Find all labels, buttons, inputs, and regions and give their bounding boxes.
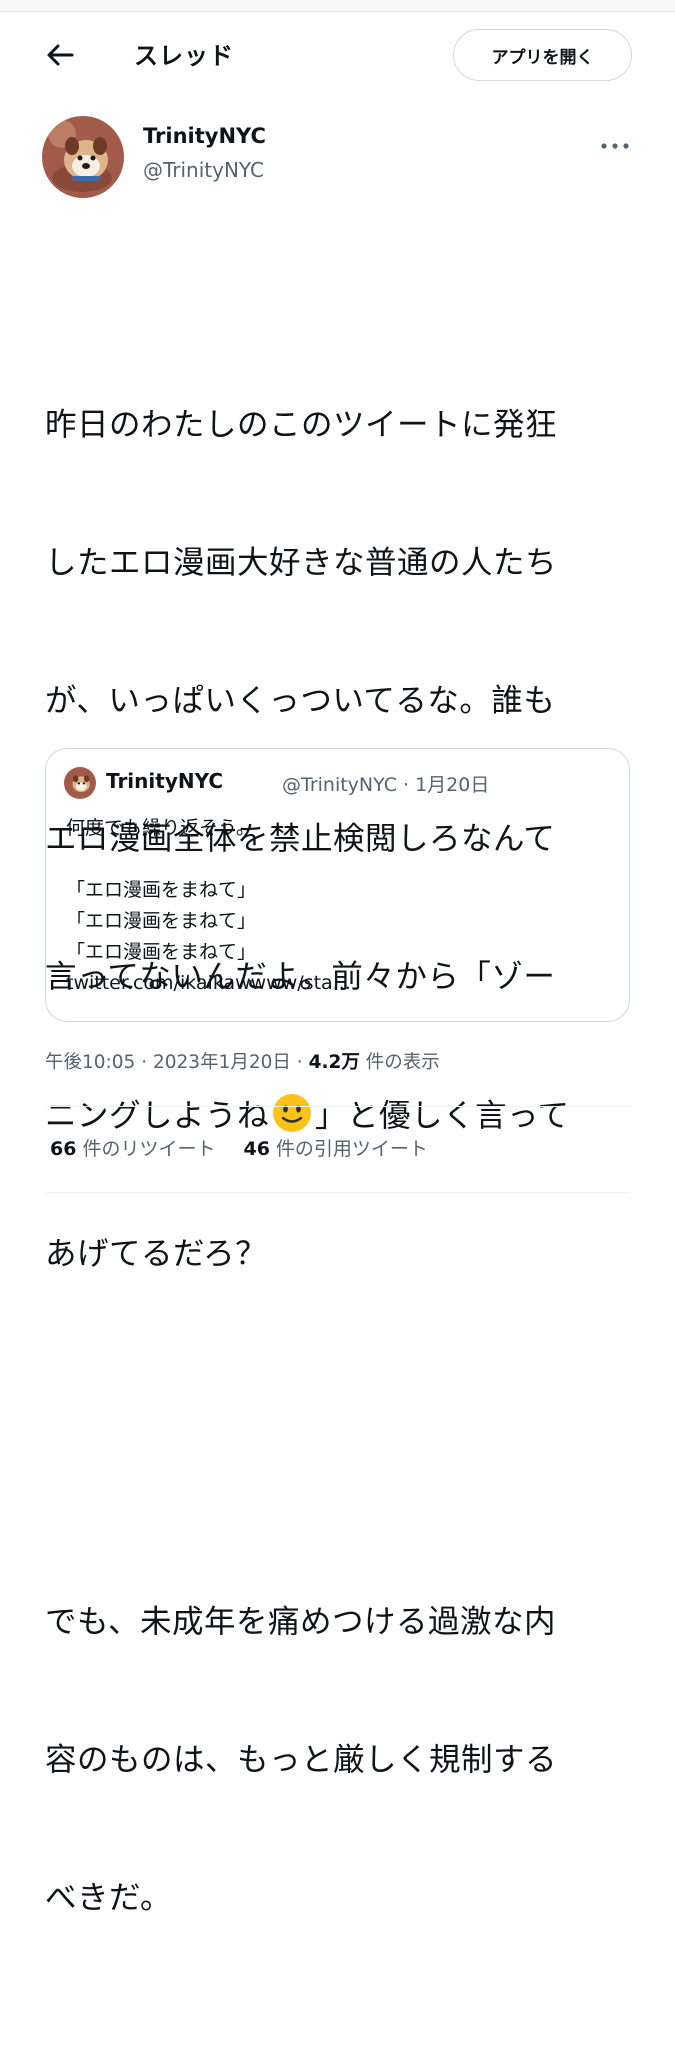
views-count: 4.2万 [308,1052,360,1073]
divider [45,1192,630,1193]
quoted-author-avatar [64,767,96,799]
tweet-line: 昨日のわたしのこのツイートに発狂 [45,407,558,443]
quoted-line: 何度でも繰り返そう。 [66,817,255,839]
quoted-line: 「エロ漫画をまねて」 [66,941,257,963]
tweet-paragraph-2: でも、未成年を痛めつける過激な内 容のものは、もっと厳しく規制する べきだ。 [45,1507,645,2013]
slightly-smiling-face-icon [271,1092,313,1134]
tweet-line: 容のものは、もっと厳しく規制する [45,1742,558,1778]
meta-separator: · [296,1052,303,1073]
retweets-label: 件のリツイート [82,1138,216,1160]
quoted-tweet-body: 何度でも繰り返そう。 「エロ漫画をまねて」 「エロ漫画をまねて」 「エロ漫画をま… [66,813,611,999]
tweet-line: あげてるだろ？ [45,1236,268,1272]
tweet-date[interactable]: 2023年1月20日 [153,1052,291,1073]
tweet-meta: 午後10:05 · 2023年1月20日 · 4.2万 件の表示 [45,1048,440,1074]
retweets-stat[interactable]: 66 件のリツイート [50,1134,215,1161]
quoted-author-name: TrinityNYC [106,769,224,793]
quotes-count: 46 [243,1138,270,1160]
meta-separator: · [141,1052,148,1073]
tweet-line-part: ニングしようね [45,1098,270,1134]
quoted-line [66,844,611,875]
tweet-line: したエロ漫画大好きな普通の人たち [45,545,558,581]
quotes-label: 件の引用ツイート [275,1138,428,1160]
status-strip [0,0,675,12]
quoted-author-handle-and-date: @TrinityNYC · 1月20日 [282,770,489,797]
avatar[interactable] [42,116,124,198]
quoted-tweet-card[interactable]: TrinityNYC @TrinityNYC · 1月20日 何度でも繰り返そう… [45,748,630,1022]
tweet-line-part: 」と優しく言って [315,1098,570,1134]
open-app-button[interactable]: アプリを開く [453,29,632,81]
tweet-time[interactable]: 午後10:05 [45,1052,135,1073]
back-arrow-icon[interactable] [44,40,76,70]
more-options-icon[interactable] [600,136,630,149]
top-bar: スレッド アプリを開く [0,12,675,96]
author-display-name[interactable]: TrinityNYC [143,124,266,148]
divider [45,1106,630,1107]
retweets-count: 66 [50,1138,77,1160]
tweet-line: が、いっぱいくっついてるな。誰も [45,683,556,719]
tweet-line: べきだ。 [45,1880,173,1916]
quoted-line: 「エロ漫画をまねて」 [66,879,257,901]
author-handle[interactable]: @TrinityNYC [143,158,264,182]
quotes-stat[interactable]: 46 件の引用ツイート [243,1134,427,1161]
quoted-line: 「エロ漫画をまねて」 [66,910,257,932]
page-title: スレッド [134,42,234,70]
views-label: 件の表示 [365,1052,440,1073]
tweet-stats: 66 件のリツイート 46 件の引用ツイート [50,1134,428,1161]
quoted-date: · 1月20日 [403,774,490,796]
quoted-link[interactable]: twitter.com/ikaikawwww/sta... [66,968,611,999]
tweet-author: TrinityNYC @TrinityNYC [0,112,675,202]
tweet-line-with-emoji: ニングしようね 」と優しく言って [45,1092,645,1139]
quoted-author-handle: @TrinityNYC [282,774,397,796]
tweet-line: でも、未成年を痛めつける過激な内 [45,1604,557,1640]
